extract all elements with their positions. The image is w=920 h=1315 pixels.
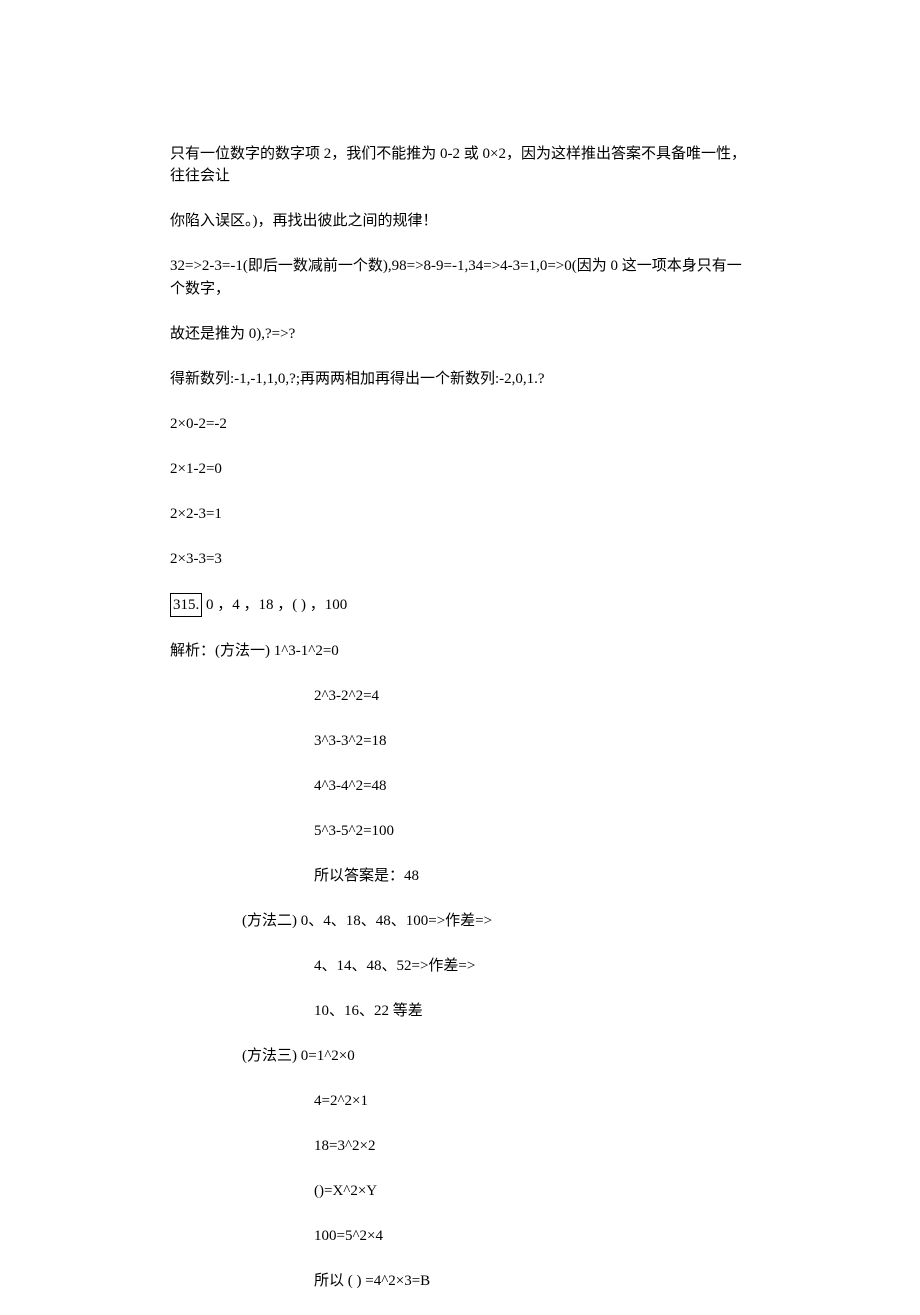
- text-line: 所以 ( ) =4^2×3=B: [170, 1270, 750, 1293]
- text-line: 得新数列:-1,-1,1,0,?;再两两相加再得出一个新数列:-2,0,1.?: [170, 368, 750, 391]
- question-number: 315.: [170, 593, 202, 618]
- text-line: 你陷入误区。)，再找出彼此之间的规律！: [170, 210, 750, 233]
- text-line: 32=>2-3=-1(即后一数减前一个数),98=>8-9=-1,34=>4-3…: [170, 255, 750, 300]
- text-line: 5^3-5^2=100: [170, 820, 750, 843]
- text-line: 解析：(方法一) 1^3-1^2=0: [170, 640, 750, 663]
- text-line: 10、16、22 等差: [170, 1000, 750, 1023]
- text-line: 100=5^2×4: [170, 1225, 750, 1248]
- text-line: 所以答案是：48: [170, 865, 750, 888]
- text-line: 只有一位数字的数字项 2，我们不能推为 0-2 或 0×2，因为这样推出答案不具…: [170, 143, 750, 188]
- text-line: 3^3-3^2=18: [170, 730, 750, 753]
- text-line: 故还是推为 0),?=>?: [170, 323, 750, 346]
- text-line: (方法二) 0、4、18、48、100=>作差=>: [170, 910, 750, 933]
- text-line: 4、14、48、52=>作差=>: [170, 955, 750, 978]
- text-line: 2×3-3=3: [170, 548, 750, 571]
- text-line: 2×1-2=0: [170, 458, 750, 481]
- text-line: 2×2-3=1: [170, 503, 750, 526]
- text-line: 2^3-2^2=4: [170, 685, 750, 708]
- text-line: ()=X^2×Y: [170, 1180, 750, 1203]
- question-line: 315. 0 ，4 ，18 ，( ) ，100: [170, 593, 750, 618]
- question-text: 0 ，4 ，18 ，( ) ，100: [202, 597, 347, 613]
- text-line: 4=2^2×1: [170, 1090, 750, 1113]
- text-line: 2×0-2=-2: [170, 413, 750, 436]
- text-line: (方法三) 0=1^2×0: [170, 1045, 750, 1068]
- text-line: 4^3-4^2=48: [170, 775, 750, 798]
- text-line: 18=3^2×2: [170, 1135, 750, 1158]
